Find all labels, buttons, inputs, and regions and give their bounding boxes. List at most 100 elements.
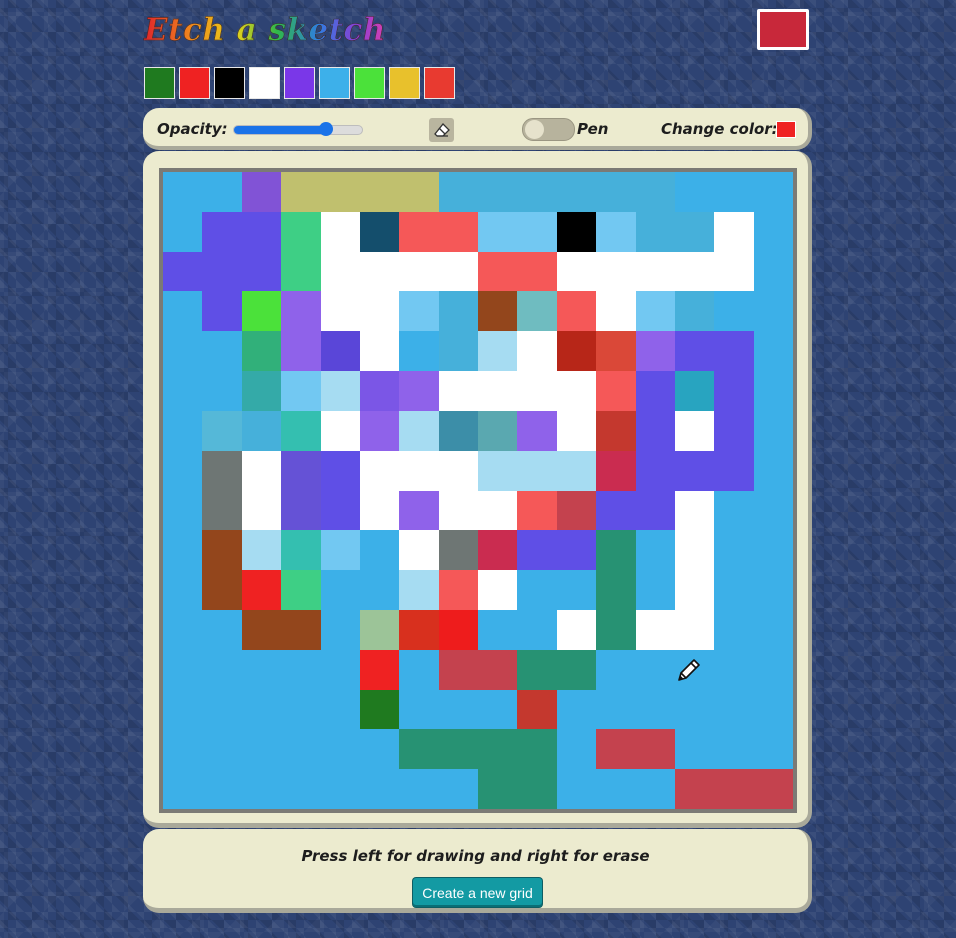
grid-cell[interactable] — [596, 291, 636, 332]
palette-swatch[interactable] — [389, 67, 420, 99]
grid-cell[interactable] — [241, 410, 282, 451]
grid-cell[interactable] — [714, 609, 754, 650]
grid-cell[interactable] — [163, 251, 203, 292]
grid-cell[interactable] — [753, 331, 793, 372]
grid-cell[interactable] — [596, 530, 636, 571]
grid-cell[interactable] — [438, 211, 478, 252]
grid-cell[interactable] — [478, 530, 518, 571]
grid-cell[interactable] — [320, 211, 360, 252]
grid-cell[interactable] — [753, 211, 793, 252]
grid-cell[interactable] — [596, 769, 636, 809]
grid-cell[interactable] — [399, 490, 439, 531]
grid-cell[interactable] — [635, 172, 675, 212]
grid-cell[interactable] — [438, 649, 478, 690]
grid-cell[interactable] — [281, 649, 321, 690]
grid-cell[interactable] — [241, 689, 282, 730]
grid-cell[interactable] — [517, 172, 557, 212]
grid-cell[interactable] — [478, 251, 518, 292]
grid-cell[interactable] — [674, 172, 715, 212]
grid-cell[interactable] — [281, 530, 321, 571]
grid-cell[interactable] — [163, 172, 203, 212]
grid-cell[interactable] — [478, 609, 518, 650]
grid-cell[interactable] — [753, 251, 793, 292]
grid-cell[interactable] — [438, 371, 478, 411]
grid-cell[interactable] — [320, 172, 360, 212]
grid-cell[interactable] — [241, 371, 282, 411]
grid-cell[interactable] — [556, 450, 597, 491]
grid-cell[interactable] — [399, 729, 439, 770]
grid-cell[interactable] — [596, 570, 636, 610]
grid-cell[interactable] — [359, 490, 400, 531]
grid-cell[interactable] — [635, 570, 675, 610]
grid-cell[interactable] — [320, 371, 360, 411]
grid-cell[interactable] — [556, 371, 597, 411]
grid-cell[interactable] — [635, 291, 675, 332]
grid-cell[interactable] — [714, 251, 754, 292]
grid-cell[interactable] — [163, 570, 203, 610]
grid-cell[interactable] — [635, 371, 675, 411]
grid-cell[interactable] — [202, 410, 242, 451]
grid-cell[interactable] — [241, 172, 282, 212]
grid-cell[interactable] — [596, 689, 636, 730]
grid-cell[interactable] — [753, 291, 793, 332]
grid-cell[interactable] — [674, 291, 715, 332]
grid-cell[interactable] — [753, 649, 793, 690]
grid-cell[interactable] — [556, 211, 597, 252]
grid-cell[interactable] — [320, 570, 360, 610]
grid-cell[interactable] — [596, 211, 636, 252]
palette-swatch[interactable] — [284, 67, 315, 99]
grid-cell[interactable] — [556, 530, 597, 571]
grid-cell[interactable] — [714, 211, 754, 252]
grid-cell[interactable] — [438, 410, 478, 451]
grid-cell[interactable] — [478, 490, 518, 531]
grid-cell[interactable] — [320, 251, 360, 292]
grid-cell[interactable] — [320, 649, 360, 690]
grid-cell[interactable] — [674, 211, 715, 252]
grid-cell[interactable] — [281, 251, 321, 292]
grid-cell[interactable] — [753, 729, 793, 770]
grid-cell[interactable] — [202, 729, 242, 770]
grid-cell[interactable] — [714, 291, 754, 332]
grid-cell[interactable] — [517, 570, 557, 610]
grid-cell[interactable] — [517, 291, 557, 332]
grid-cell[interactable] — [281, 490, 321, 531]
grid-cell[interactable] — [556, 609, 597, 650]
grid-cell[interactable] — [281, 410, 321, 451]
grid-cell[interactable] — [556, 769, 597, 809]
grid-cell[interactable] — [359, 729, 400, 770]
grid-cell[interactable] — [320, 450, 360, 491]
grid-cell[interactable] — [281, 729, 321, 770]
grid-cell[interactable] — [320, 291, 360, 332]
grid-cell[interactable] — [714, 490, 754, 531]
grid-cell[interactable] — [635, 689, 675, 730]
grid-cell[interactable] — [674, 371, 715, 411]
grid-cell[interactable] — [438, 769, 478, 809]
grid-cell[interactable] — [202, 450, 242, 491]
grid-cell[interactable] — [359, 331, 400, 372]
grid-cell[interactable] — [281, 769, 321, 809]
grid-cell[interactable] — [753, 769, 793, 809]
grid-cell[interactable] — [281, 371, 321, 411]
grid-cell[interactable] — [635, 769, 675, 809]
grid-cell[interactable] — [478, 211, 518, 252]
grid-cell[interactable] — [202, 609, 242, 650]
grid-cell[interactable] — [714, 410, 754, 451]
grid-cell[interactable] — [241, 490, 282, 531]
grid-cell[interactable] — [438, 172, 478, 212]
grid-cell[interactable] — [281, 570, 321, 610]
grid-cell[interactable] — [163, 649, 203, 690]
grid-cell[interactable] — [399, 769, 439, 809]
grid-cell[interactable] — [438, 291, 478, 332]
create-new-grid-button[interactable]: Create a new grid — [413, 878, 542, 907]
grid-cell[interactable] — [478, 331, 518, 372]
grid-cell[interactable] — [596, 331, 636, 372]
grid-cell[interactable] — [202, 371, 242, 411]
grid-cell[interactable] — [517, 689, 557, 730]
grid-cell[interactable] — [478, 729, 518, 770]
grid-cell[interactable] — [438, 251, 478, 292]
grid-cell[interactable] — [359, 570, 400, 610]
grid-cell[interactable] — [478, 291, 518, 332]
grid-cell[interactable] — [202, 251, 242, 292]
grid-cell[interactable] — [202, 331, 242, 372]
grid-cell[interactable] — [596, 410, 636, 451]
